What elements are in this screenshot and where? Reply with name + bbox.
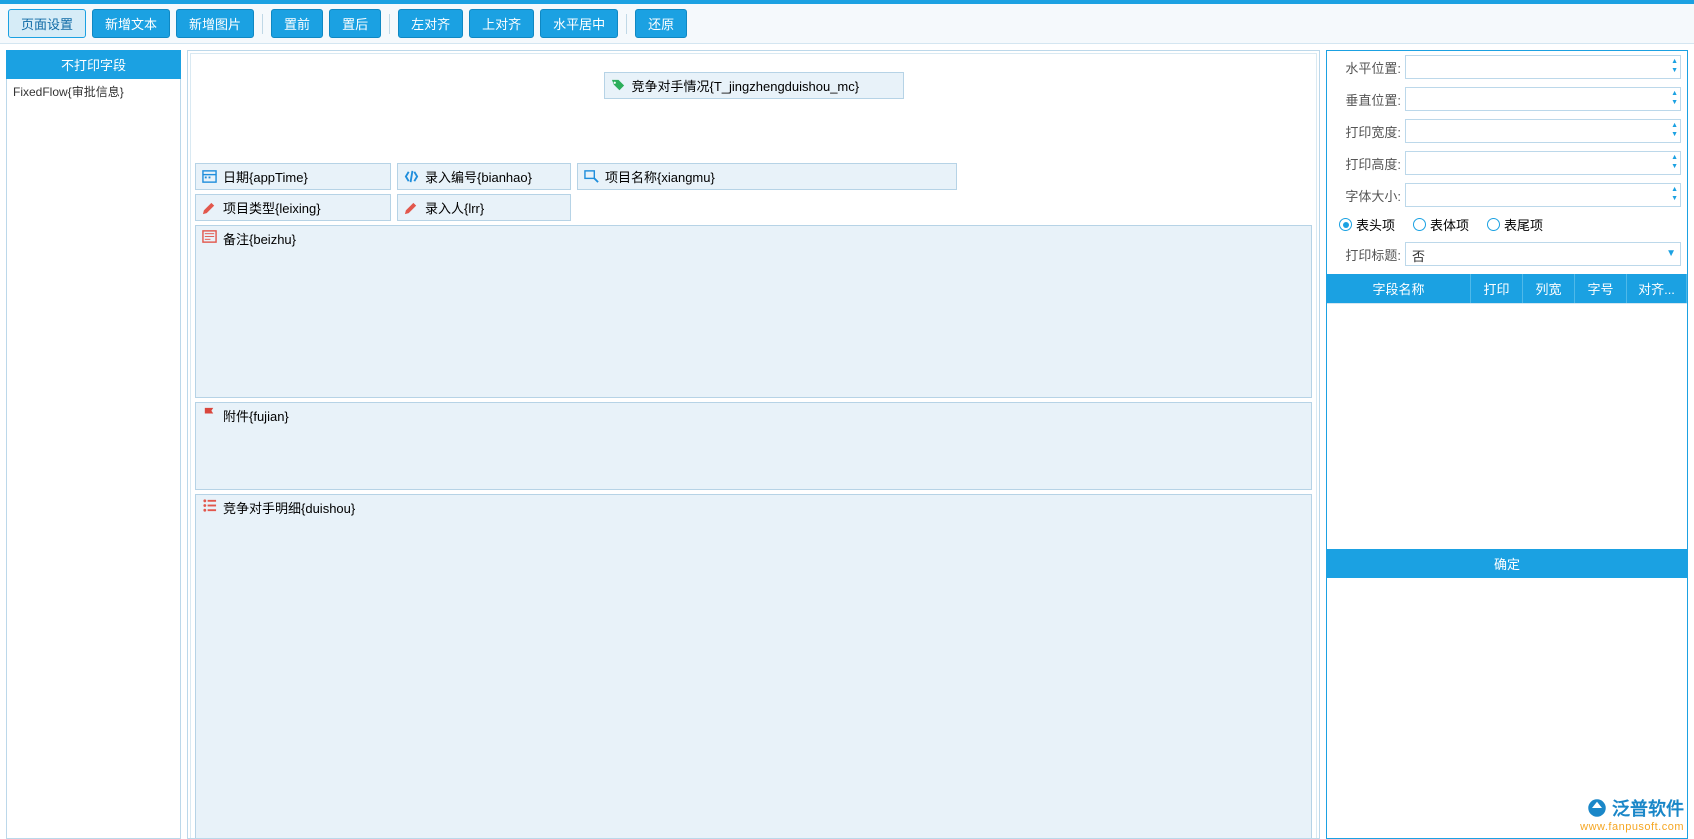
field-label: 录入人{lrr} (425, 198, 484, 217)
send-back-button[interactable]: 置后 (329, 9, 381, 38)
field-attachment[interactable]: 附件{fujian} (195, 402, 1312, 490)
radio-head-item[interactable]: 表头项 (1339, 215, 1395, 234)
input-font-size[interactable]: ▲▼ (1405, 183, 1681, 207)
restore-button[interactable]: 还原 (635, 9, 687, 38)
watermark: 泛普软件 www.fanpusoft.com (1580, 795, 1684, 833)
spin-down[interactable]: ▼ (1671, 130, 1678, 139)
field-project-type[interactable]: 项目类型{leixing} (195, 194, 391, 221)
properties-icon (584, 169, 599, 184)
label-font-size: 字体大小: (1333, 186, 1405, 205)
align-top-button[interactable]: 上对齐 (469, 9, 534, 38)
spin-down[interactable]: ▼ (1671, 162, 1678, 171)
spin-up[interactable]: ▲ (1671, 185, 1678, 194)
label-print-height: 打印高度: (1333, 154, 1405, 173)
confirm-button[interactable]: 确定 (1327, 549, 1687, 578)
spin-up[interactable]: ▲ (1671, 57, 1678, 66)
add-text-button[interactable]: 新增文本 (92, 9, 170, 38)
select-value: 否 (1406, 243, 1680, 268)
edit-icon (404, 200, 419, 215)
canvas-title-block[interactable]: 竞争对手情况{T_jingzhengduishou_mc} (604, 72, 904, 99)
list-icon (202, 498, 217, 513)
separator (626, 14, 627, 34)
select-print-title[interactable]: 否 ▼ (1405, 242, 1681, 266)
field-input-by[interactable]: 录入人{lrr} (397, 194, 571, 221)
label-print-title: 打印标题: (1333, 245, 1405, 264)
field-label: 附件{fujian} (223, 406, 289, 425)
spin-down[interactable]: ▼ (1671, 98, 1678, 107)
input-print-height[interactable]: ▲▼ (1405, 151, 1681, 175)
properties-panel: 水平位置: ▲▼ 垂直位置: ▲▼ 打印宽度: ▲▼ 打印高度: ▲▼ 字体大小… (1326, 50, 1688, 839)
input-v-pos[interactable]: ▲▼ (1405, 87, 1681, 111)
input-h-pos[interactable]: ▲▼ (1405, 55, 1681, 79)
calendar-icon (202, 169, 217, 184)
field-label: 备注{beizhu} (223, 229, 296, 248)
spin-up[interactable]: ▲ (1671, 121, 1678, 130)
center-horizontal-button[interactable]: 水平居中 (540, 9, 618, 38)
add-image-button[interactable]: 新增图片 (176, 9, 254, 38)
spin-down[interactable]: ▼ (1671, 194, 1678, 203)
label-h-pos: 水平位置: (1333, 58, 1405, 77)
canvas-area[interactable]: 竞争对手情况{T_jingzhengduishou_mc} 日期{appTime… (187, 50, 1320, 839)
radio-tail-item[interactable]: 表尾项 (1487, 215, 1543, 234)
field-label: 录入编号{bianhao} (425, 167, 532, 186)
chevron-down-icon: ▼ (1666, 248, 1676, 259)
no-print-fields-panel: 不打印字段 FixedFlow{审批信息} (6, 50, 181, 839)
col-field-name: 字段名称 (1327, 274, 1471, 303)
flag-icon (202, 406, 217, 421)
col-col-width: 列宽 (1523, 274, 1575, 303)
field-label: 竞争对手明细{duishou} (223, 498, 355, 517)
toolbar: 页面设置 新增文本 新增图片 置前 置后 左对齐 上对齐 水平居中 还原 (0, 4, 1694, 44)
canvas-title-text: 竞争对手情况{T_jingzhengduishou_mc} (632, 76, 860, 95)
col-print: 打印 (1471, 274, 1523, 303)
page-setup-button[interactable]: 页面设置 (8, 9, 86, 38)
no-print-field-item[interactable]: FixedFlow{审批信息} (7, 79, 180, 104)
edit-icon (202, 200, 217, 215)
field-label: 项目类型{leixing} (223, 198, 321, 217)
label-v-pos: 垂直位置: (1333, 90, 1405, 109)
textarea-icon (202, 229, 217, 244)
field-input-no[interactable]: 录入编号{bianhao} (397, 163, 571, 190)
field-label: 项目名称{xiangmu} (605, 167, 715, 186)
col-align: 对齐... (1627, 274, 1687, 303)
align-left-button[interactable]: 左对齐 (398, 9, 463, 38)
field-date[interactable]: 日期{appTime} (195, 163, 391, 190)
separator (262, 14, 263, 34)
bring-front-button[interactable]: 置前 (271, 9, 323, 38)
no-print-fields-title: 不打印字段 (6, 50, 181, 79)
col-font: 字号 (1575, 274, 1627, 303)
grid-body[interactable] (1327, 303, 1687, 549)
grid-header: 字段名称 打印 列宽 字号 对齐... (1327, 274, 1687, 303)
field-competitor-detail[interactable]: 竞争对手明细{duishou} (195, 494, 1312, 839)
code-icon (404, 169, 419, 184)
spin-up[interactable]: ▲ (1671, 153, 1678, 162)
field-remark[interactable]: 备注{beizhu} (195, 225, 1312, 398)
radio-body-item[interactable]: 表体项 (1413, 215, 1469, 234)
separator (389, 14, 390, 34)
tag-icon (611, 78, 626, 93)
field-label: 日期{appTime} (223, 167, 308, 186)
spin-up[interactable]: ▲ (1671, 89, 1678, 98)
input-print-width[interactable]: ▲▼ (1405, 119, 1681, 143)
field-project-name[interactable]: 项目名称{xiangmu} (577, 163, 957, 190)
label-print-width: 打印宽度: (1333, 122, 1405, 141)
spin-down[interactable]: ▼ (1671, 66, 1678, 75)
